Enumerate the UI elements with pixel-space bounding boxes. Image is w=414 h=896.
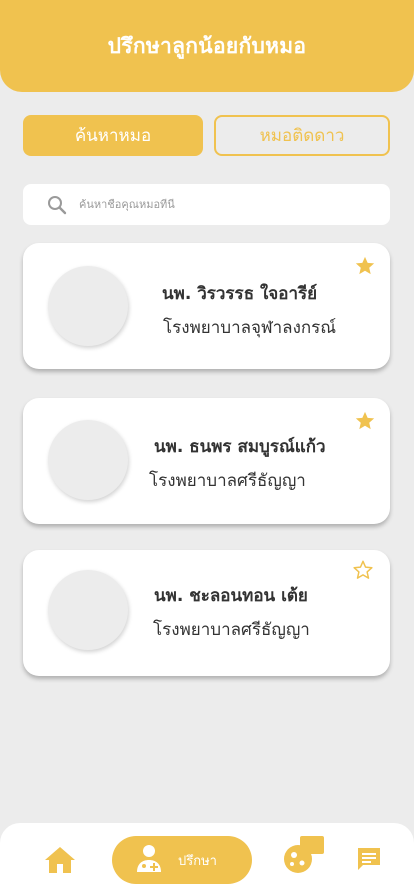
app-header: ปรึกษาลูกน้อยกับหมอ <box>0 0 414 92</box>
page-title: ปรึกษาลูกน้อยกับหมอ <box>107 33 307 58</box>
tab-favorite-doctor[interactable]: หมอติดดาว <box>214 115 390 156</box>
avatar <box>48 420 128 500</box>
star-filled-icon[interactable] <box>354 410 376 432</box>
tab-search-doctor[interactable]: ค้นหาหมอ <box>23 115 203 156</box>
doctor-card[interactable]: นพ. วิรวรรธ ใจอารีย์ โรงพยาบาลจุฬาลงกรณ์ <box>23 243 390 369</box>
star-outline-icon[interactable] <box>352 559 374 581</box>
chat-icon[interactable] <box>356 846 382 872</box>
doctor-icon <box>134 843 164 877</box>
home-icon[interactable] <box>44 845 76 875</box>
avatar <box>48 266 128 346</box>
consult-nav-button[interactable]: ปรึกษา <box>112 836 252 884</box>
tab-bar: ค้นหาหมอ หมอติดดาว <box>23 115 390 156</box>
bottom-nav: ปรึกษา <box>0 823 414 896</box>
virus-icon[interactable] <box>280 835 326 875</box>
doctor-card[interactable]: นพ. ชะลอนทอน เต้ย โรงพยาบาลศรีธัญญา <box>23 550 390 676</box>
doctor-name: นพ. ธนพร สมบูรณ์แก้ว <box>154 437 326 457</box>
star-filled-icon[interactable] <box>354 255 376 277</box>
consult-nav-label: ปรึกษา <box>178 853 217 869</box>
doctor-hospital: โรงพยาบาลศรีธัญญา <box>153 620 310 640</box>
search-bar[interactable] <box>23 184 390 225</box>
doctor-hospital: โรงพยาบาลศรีธัญญา <box>149 471 306 491</box>
doctor-hospital: โรงพยาบาลจุฬาลงกรณ์ <box>163 318 337 338</box>
doctor-name: นพ. วิรวรรธ ใจอารีย์ <box>162 284 318 304</box>
avatar <box>48 570 128 650</box>
doctor-name: นพ. ชะลอนทอน เต้ย <box>154 586 308 606</box>
doctor-card[interactable]: นพ. ธนพร สมบูรณ์แก้ว โรงพยาบาลศรีธัญญา <box>23 398 390 524</box>
search-icon <box>47 194 69 216</box>
search-input[interactable] <box>79 198 359 211</box>
